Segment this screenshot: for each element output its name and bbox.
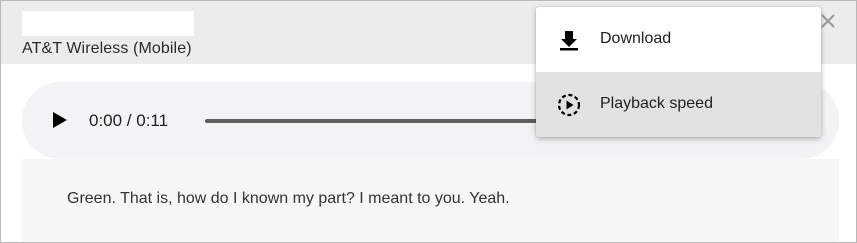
menu-item-label: Playback speed — [600, 95, 713, 112]
playback-speed-icon — [556, 92, 582, 118]
transcript-box: Green. That is, how do I known my part? … — [22, 159, 839, 242]
menu-item-playback-speed[interactable]: Playback speed — [536, 72, 821, 137]
progress-bar[interactable] — [205, 119, 565, 123]
menu-item-label: Download — [600, 30, 672, 47]
time-display: 0:00 / 0:11 — [89, 111, 169, 130]
transcript-text: Green. That is, how do I known my part? … — [67, 190, 510, 207]
redacted-field — [22, 11, 194, 36]
player-options-menu: Download Playback speed — [536, 7, 821, 137]
play-button[interactable] — [50, 109, 70, 131]
caller-label: AT&T Wireless (Mobile) — [22, 40, 192, 57]
download-icon — [556, 27, 582, 53]
menu-item-download[interactable]: Download — [536, 7, 821, 72]
call-detail-panel: AT&T Wireless (Mobile) 0:00 / 0:11 Green… — [0, 0, 857, 243]
play-icon — [53, 112, 67, 128]
